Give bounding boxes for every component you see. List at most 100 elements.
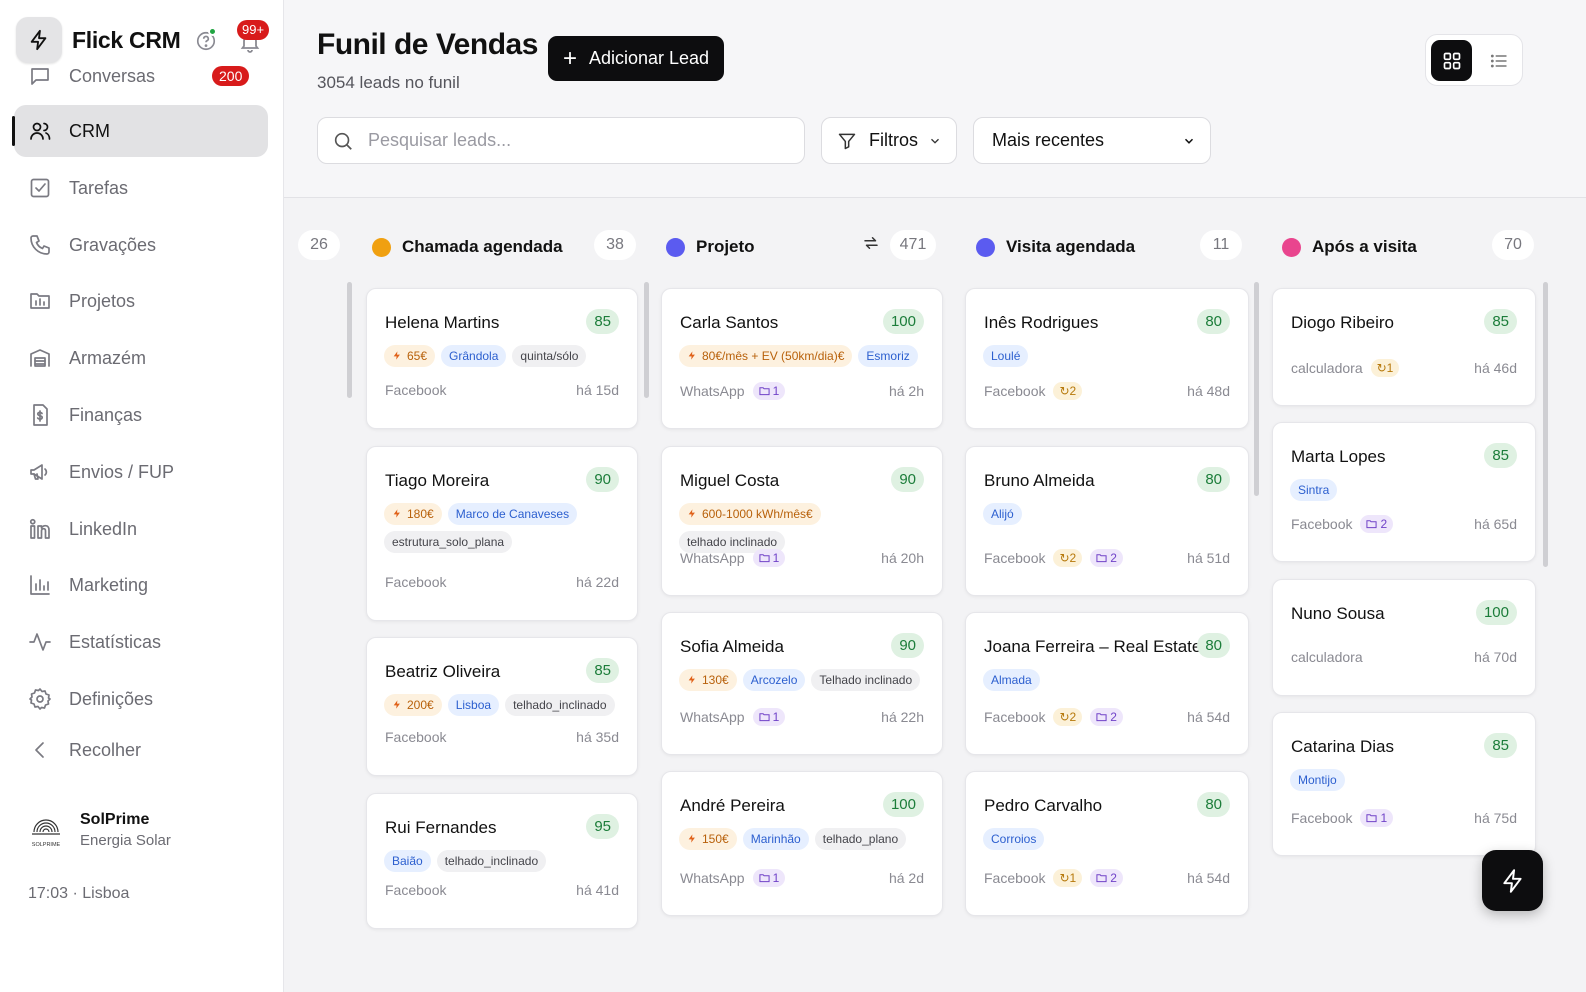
folder-icon bbox=[759, 713, 770, 722]
roof-type-tag: telhado_plano bbox=[814, 828, 907, 850]
sidebar-item-label: Tarefas bbox=[69, 177, 129, 198]
lead-footer: Facebook 2 há 65d bbox=[1291, 515, 1517, 533]
sidebar-item-crm[interactable]: CRM bbox=[14, 105, 268, 157]
lead-card[interactable]: Tiago Moreira 90 180€ Marco de Canaveses est… bbox=[366, 446, 638, 621]
location-tag: Montijo bbox=[1290, 769, 1345, 791]
sidebar-item-gravações[interactable]: Gravações bbox=[14, 219, 268, 271]
lead-tags: 200€ Lisboa telhado_inclinado bbox=[384, 694, 623, 716]
lead-footer: WhatsApp 1 há 2d bbox=[680, 869, 924, 887]
leads-count: 3054 leads no funil bbox=[317, 73, 460, 92]
search-input[interactable] bbox=[368, 130, 768, 151]
lead-name: Bruno Almeida bbox=[984, 471, 1095, 490]
org-subtitle: Energia Solar bbox=[80, 832, 171, 849]
filter-icon bbox=[838, 133, 856, 149]
column-scrollbar[interactable] bbox=[1254, 282, 1259, 496]
project-count-badge: 1 bbox=[752, 549, 786, 567]
lead-score-badge: 80 bbox=[1197, 792, 1230, 817]
sidebar-item-projetos[interactable]: Projetos bbox=[14, 275, 268, 327]
project-count-badge: 1 bbox=[1360, 809, 1394, 827]
hidden-column-count[interactable]: 26 bbox=[298, 230, 340, 260]
list-view-button[interactable] bbox=[1478, 40, 1519, 81]
warehouse-icon bbox=[30, 349, 50, 367]
location-tag: Arcozelo bbox=[742, 669, 806, 691]
users-icon bbox=[30, 122, 51, 140]
chevron-down-icon bbox=[1184, 138, 1194, 144]
bolt-icon bbox=[688, 834, 695, 843]
grid-view-button[interactable] bbox=[1431, 40, 1472, 81]
column-scrollbar[interactable] bbox=[347, 282, 352, 398]
lead-score-badge: 100 bbox=[882, 309, 924, 334]
lead-source: Facebook bbox=[385, 729, 447, 745]
lead-source: calculadora bbox=[1291, 649, 1363, 665]
location-tag: Marco de Canaveses bbox=[447, 503, 578, 525]
roof-type-tag: telhado_inclinado bbox=[505, 694, 615, 716]
filters-button[interactable]: Filtros bbox=[821, 117, 957, 164]
sort-select[interactable]: Mais recentes bbox=[973, 117, 1211, 164]
lead-card[interactable]: Diogo Ribeiro 85 calculadora ↻1 há 46d bbox=[1272, 288, 1536, 406]
roof-type-tag: telhado_inclinado bbox=[436, 850, 547, 872]
lead-card[interactable]: Pedro Carvalho 80 Corroios Facebook ↻1 2 há 54… bbox=[965, 771, 1249, 916]
lead-tags: 150€ Marinhão telhado_plano bbox=[679, 828, 928, 850]
sidebar-item-estat-sticas[interactable]: Estatísticas bbox=[14, 616, 268, 668]
project-count-badge: 2 bbox=[1090, 708, 1123, 726]
lead-score-badge: 90 bbox=[891, 467, 924, 492]
sidebar-item-marketing[interactable]: Marketing bbox=[14, 559, 268, 611]
sidebar-item-label: Marketing bbox=[69, 574, 149, 595]
sidebar-item-armazém[interactable]: Armazém bbox=[14, 332, 268, 384]
lead-tags: Sintra bbox=[1290, 479, 1521, 501]
chevron-left-icon bbox=[35, 742, 44, 758]
lead-card[interactable]: André Pereira 100 150€ Marinhão telhado_plan… bbox=[661, 771, 943, 916]
column-scrollbar[interactable] bbox=[644, 282, 649, 398]
followup-count-badge: ↻2 bbox=[1053, 382, 1083, 400]
lead-card[interactable]: Beatriz Oliveira 85 200€ Lisboa telhado_incl… bbox=[366, 637, 638, 776]
column-header: Chamada agendada bbox=[372, 232, 563, 262]
lead-age: há 22d bbox=[576, 574, 619, 590]
add-lead-button[interactable]: + Adicionar Lead bbox=[548, 36, 724, 81]
sidebar-item-envios-fup[interactable]: Envios / FUP bbox=[14, 446, 268, 498]
lead-card[interactable]: Catarina Dias 85 Montijo Facebook 1 há 75d bbox=[1272, 712, 1536, 856]
lead-tags: 65€ Grândola quinta/sólo bbox=[384, 345, 623, 367]
lead-score-badge: 90 bbox=[891, 633, 924, 658]
folder-icon bbox=[759, 554, 770, 563]
lead-age: há 2d bbox=[888, 870, 924, 886]
sidebar-item-label: Armazém bbox=[69, 347, 147, 368]
lead-card[interactable]: Carla Santos 100 80€/mês + EV (50km/dia)€ E… bbox=[661, 288, 943, 429]
folder-icon bbox=[1366, 520, 1378, 529]
lead-card[interactable]: Sofia Almeida 90 130€ Arcozelo Telhado incli… bbox=[661, 612, 943, 755]
sidebar-item-recolher[interactable]: Recolher bbox=[14, 724, 268, 776]
sidebar-item-linkedin[interactable]: LinkedIn bbox=[14, 503, 268, 555]
lead-tags: Alijó bbox=[983, 503, 1234, 525]
folder-icon bbox=[759, 387, 770, 396]
sidebar-item-definições[interactable]: Definições bbox=[14, 673, 268, 725]
roof-type-tag: quinta/sólo bbox=[512, 345, 587, 367]
lead-card[interactable]: Rui Fernandes 95 Baião telhado_inclinado Fac… bbox=[366, 793, 638, 929]
lead-card[interactable]: Inês Rodrigues 80 Loulé Facebook ↻2 há 48d bbox=[965, 288, 1249, 429]
column-count: 11 bbox=[1200, 230, 1242, 260]
lead-card[interactable]: Bruno Almeida 80 Alijó Facebook ↻2 2 há 51d bbox=[965, 446, 1249, 596]
swap-icon[interactable] bbox=[862, 234, 882, 254]
notifications-badge: 99+ bbox=[237, 20, 270, 40]
sidebar-item-label: Conversas bbox=[69, 65, 156, 86]
lead-source: Facebook bbox=[1291, 810, 1353, 826]
lead-age: há 46d bbox=[1474, 360, 1517, 376]
sidebar-item-label: LinkedIn bbox=[69, 518, 138, 539]
view-toggle bbox=[1425, 34, 1523, 86]
lead-name: Joana Ferreira – Real Estate bbox=[984, 637, 1202, 656]
dollar-file-icon bbox=[33, 404, 48, 426]
lead-card[interactable]: Helena Martins 85 65€ Grândola quinta/sólo Fa… bbox=[366, 288, 638, 429]
lead-name: Rui Fernandes bbox=[385, 818, 497, 837]
project-count-badge: 1 bbox=[752, 708, 786, 726]
column-scrollbar[interactable] bbox=[1543, 282, 1548, 567]
lead-card[interactable]: Joana Ferreira – Real Estate 80 Almada Face… bbox=[965, 612, 1249, 755]
linkedin-icon bbox=[29, 518, 50, 539]
sidebar-item-finanças[interactable]: Finanças bbox=[14, 389, 268, 441]
budget-tag: 180€ bbox=[384, 503, 442, 525]
quick-action-button[interactable] bbox=[1482, 850, 1543, 911]
sidebar-item-tarefas[interactable]: Tarefas bbox=[14, 162, 268, 214]
lead-card[interactable]: Miguel Costa 90 600-1000 kWh/mês€ telhado i… bbox=[661, 446, 943, 596]
lead-card[interactable]: Nuno Sousa 100 calculadora há 70d bbox=[1272, 579, 1536, 696]
lead-card[interactable]: Marta Lopes 85 Sintra Facebook 2 há 65d bbox=[1272, 422, 1536, 562]
search-box[interactable] bbox=[317, 117, 805, 164]
organization[interactable]: SOLPRIME SolPrime Energia Solar bbox=[26, 808, 171, 852]
bolt-icon bbox=[393, 509, 400, 518]
